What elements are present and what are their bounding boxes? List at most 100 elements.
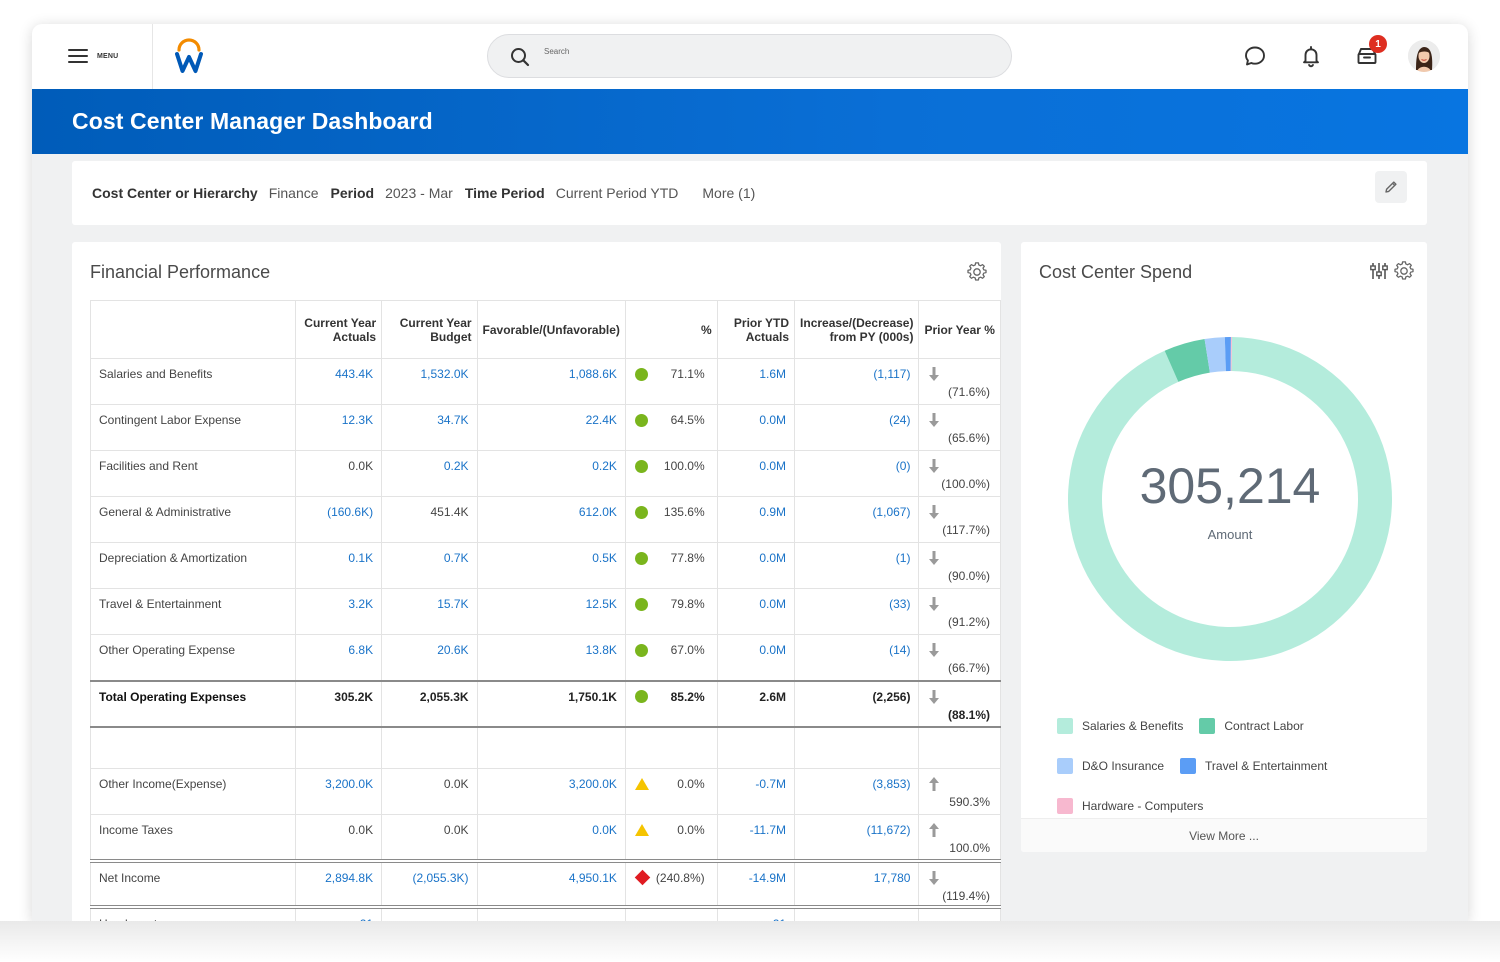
cell-fav[interactable]: 22.4K [476,404,626,451]
cell-actuals[interactable]: 0.1K [294,542,383,589]
cell-budget[interactable]: 34.7K [381,404,478,451]
column-header-current-year-budget[interactable]: Current Year Budget [381,300,478,359]
cell-fav[interactable]: 12.5K [476,588,626,635]
column-header [90,300,296,359]
cell-change[interactable]: (14) [794,634,920,681]
prompt-value-cost-center[interactable]: Finance [269,185,319,201]
cell-budget[interactable]: 0.2K [381,450,478,497]
cell-prior-ytd[interactable]: 0.9M [716,496,796,543]
legend-item[interactable]: Travel & Entertainment [1180,758,1327,774]
search-input[interactable] [544,43,984,59]
prompt-value-period[interactable]: 2023 - Mar [385,185,453,201]
cell-prior-ytd[interactable]: 0.0M [716,588,796,635]
cell-change[interactable]: (1,067) [794,496,920,543]
cell-actuals[interactable]: 2,894.8K [294,858,383,907]
cell-change [794,725,920,769]
more-prompts-link[interactable]: More (1) [702,185,755,201]
cell-prior-ytd[interactable]: -0.7M [716,768,796,815]
cell-change[interactable]: (0) [794,450,920,497]
cell-change[interactable]: 17,780 [794,858,920,907]
gear-icon[interactable] [967,262,987,282]
card-title: Financial Performance [90,262,271,282]
row-label: Headcount [90,904,296,921]
cell-budget[interactable]: 15.7K [381,588,478,635]
avatar[interactable] [1408,40,1440,72]
cell-change[interactable]: (11,672) [794,814,920,861]
workday-logo[interactable] [174,38,204,74]
column-header-increase-decrease[interactable]: Increase/(Decrease) from PY (000s) [794,300,920,359]
cell-fav[interactable]: 4,950.1K [476,858,626,907]
cell-prior-year-pct: 100.0% [918,814,1001,861]
cell-budget[interactable]: (2,055.3K) [381,858,478,907]
donut-chart: 305,214 Amount [1065,334,1395,664]
percent-value: 67.0% [670,643,705,657]
cell-change[interactable]: (1) [794,542,920,589]
cell-change[interactable]: (24) [794,404,920,451]
cell-fav[interactable]: 0.5K [476,542,626,589]
cell-budget[interactable]: 0.7K [381,542,478,589]
percent-value: 79.8% [670,597,705,611]
bell-icon[interactable] [1299,44,1323,68]
table-row: Contingent Labor Expense 12.3K 34.7K 22.4K 6… [90,404,1001,451]
prompt-value-time-period[interactable]: Current Period YTD [556,185,679,201]
cell-actuals[interactable]: 12.3K [294,404,383,451]
search-bar[interactable] [487,34,1012,78]
column-header-prior-ytd-actuals[interactable]: Prior YTD Actuals [716,300,796,359]
cell-fav[interactable]: 1,088.6K [476,358,626,405]
cell-change[interactable]: (1,117) [794,358,920,405]
legend-item[interactable]: Hardware - Computers [1057,798,1203,814]
menu-button[interactable]: MENU [68,46,118,66]
column-header-current-year-actuals[interactable]: Current Year Actuals [294,300,383,359]
cell-actuals[interactable]: (160.6K) [294,496,383,543]
cell-fav [476,904,626,921]
column-header-favorable[interactable]: Favorable/(Unfavorable) [476,300,626,359]
cell-budget[interactable]: 1,532.0K [381,358,478,405]
percent-value: 0.0% [677,777,705,791]
cell-percent: 0.0% [624,768,718,815]
prior-year-percent-value: (117.7%) [942,523,990,537]
edit-prompts-button[interactable] [1375,171,1407,203]
legend-item[interactable]: Contract Labor [1199,718,1304,734]
view-more-button[interactable]: View More ... [1021,818,1427,852]
cell-budget[interactable]: 20.6K [381,634,478,681]
cell-actuals: 0.0K [294,450,383,497]
cell-prior-ytd[interactable]: -14.9M [716,858,796,907]
cell-actuals: 0.0K [294,814,383,861]
user-photo-icon [1408,40,1440,72]
cell-percent: 71.1% [624,358,718,405]
cell-fav[interactable]: 612.0K [476,496,626,543]
cell-prior-ytd[interactable]: 0.0M [716,450,796,497]
column-header-prior-year-percent[interactable]: Prior Year % [918,300,1001,359]
legend-label: Hardware - Computers [1082,799,1204,813]
chat-icon[interactable] [1243,44,1267,68]
cell-prior-ytd[interactable]: 0.0M [716,542,796,589]
cell-change[interactable]: (3,853) [794,768,920,815]
cell-actuals[interactable]: 443.4K [294,358,383,405]
legend-item[interactable]: Salaries & Benefits [1057,718,1183,734]
cell-fav[interactable]: 13.8K [476,634,626,681]
chart-legend: Salaries & Benefits Contract Labor D&O Ins… [1057,718,1407,814]
cell-actuals[interactable]: 3,200.0K [294,768,383,815]
cell-percent: 77.8% [624,542,718,589]
percent-value: (240.8%) [655,870,705,885]
table-row: General & Administrative (160.6K) 451.4K 61… [90,496,1001,543]
cell-prior-ytd[interactable]: 21 [716,904,796,921]
table-row: Other Operating Expense 6.8K 20.6K 13.8K 67.… [90,634,1001,681]
cell-percent: 67.0% [624,634,718,681]
cell-actuals[interactable]: 21 [294,904,383,921]
cell-fav[interactable]: 0.2K [476,450,626,497]
filter-sliders-icon[interactable] [1369,261,1389,281]
cell-prior-ytd[interactable]: -11.7M [716,814,796,861]
gear-icon[interactable] [1394,261,1414,281]
table-row: Travel & Entertainment 3.2K 15.7K 12.5K 79.8… [90,588,1001,635]
legend-item[interactable]: D&O Insurance [1057,758,1164,774]
cell-actuals[interactable]: 6.8K [294,634,383,681]
cell-prior-ytd[interactable]: 1.6M [716,358,796,405]
cell-prior-ytd[interactable]: 0.0M [716,634,796,681]
cell-actuals[interactable]: 3.2K [294,588,383,635]
cell-fav[interactable]: 3,200.0K [476,768,626,815]
column-header-percent[interactable]: % [624,300,718,359]
cell-change[interactable]: (33) [794,588,920,635]
cell-fav[interactable]: 0.0K [476,814,626,861]
cell-prior-ytd[interactable]: 0.0M [716,404,796,451]
